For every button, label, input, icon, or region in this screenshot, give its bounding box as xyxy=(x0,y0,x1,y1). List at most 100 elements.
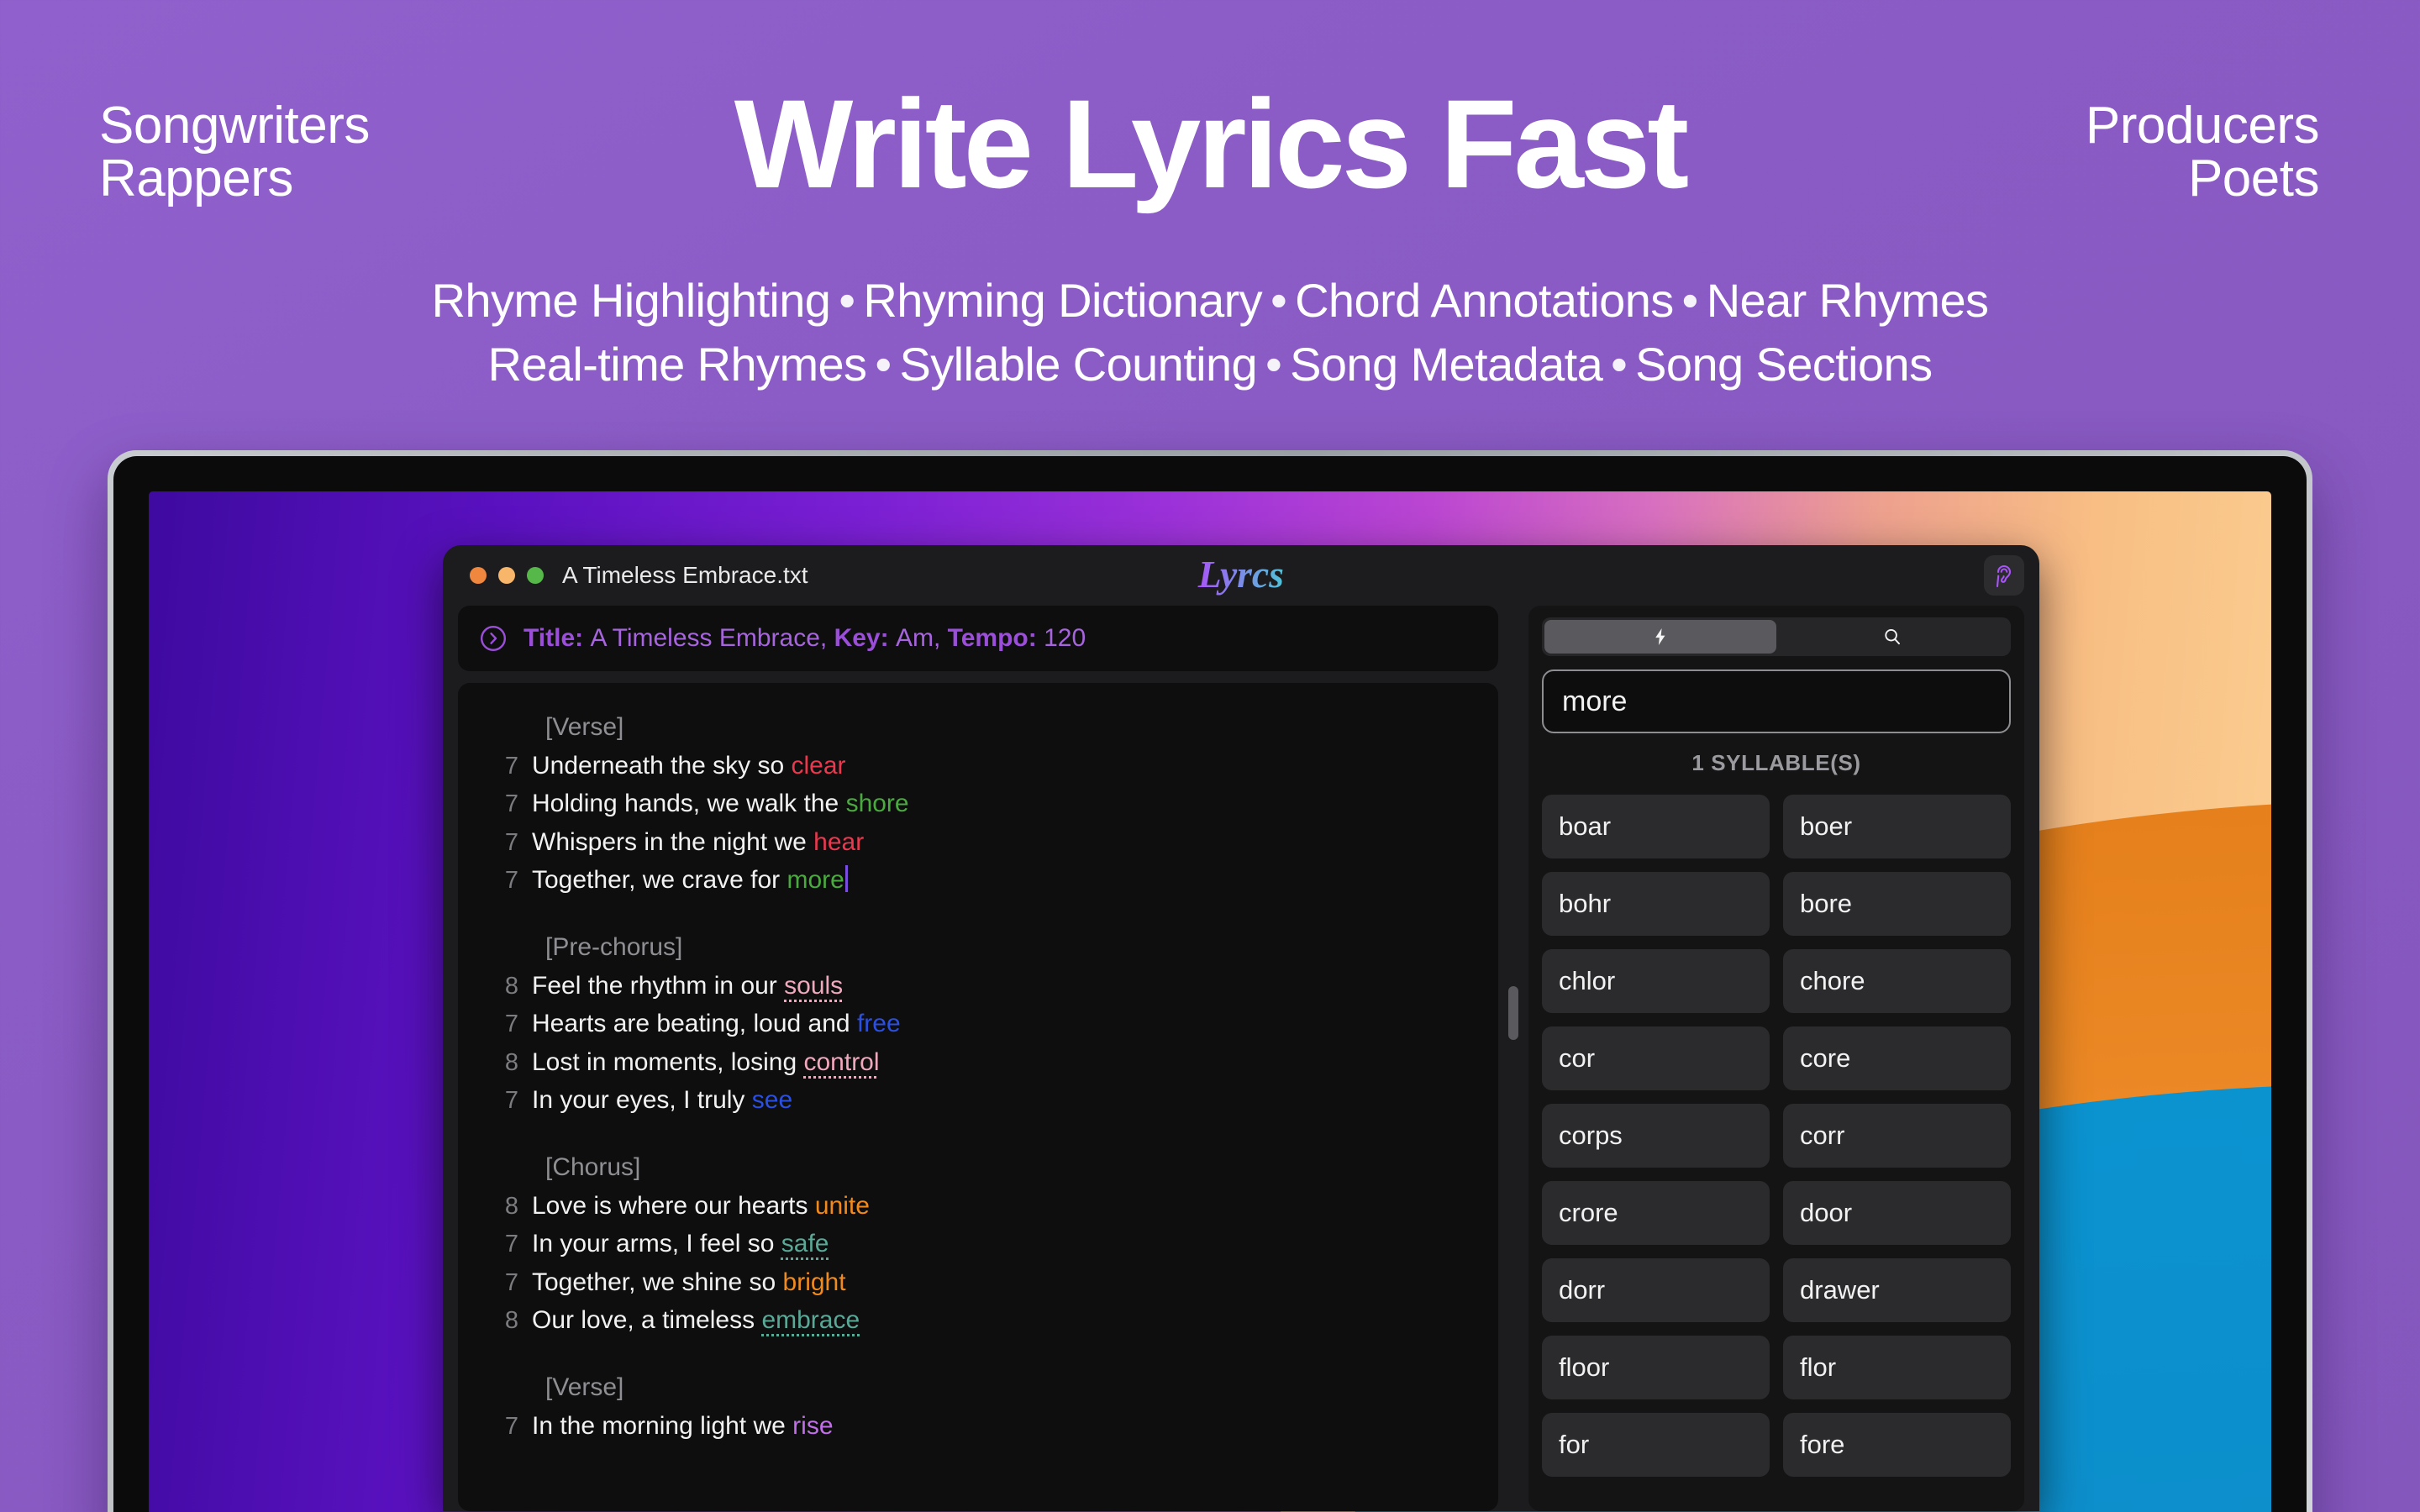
rhyme-word-chip[interactable]: bohr xyxy=(1542,872,1770,936)
rhyme-word: control xyxy=(803,1047,880,1076)
feature-item: Song Metadata xyxy=(1290,338,1603,391)
rhyme-word-chip[interactable]: bore xyxy=(1783,872,2011,936)
ear-icon-button[interactable] xyxy=(1984,555,2024,596)
feature-item: Rhyme Highlighting xyxy=(431,274,831,327)
syllable-group-heading: 1 SYLLABLE(S) xyxy=(1691,750,1861,775)
lyric-line[interactable]: 8 Our love, a timeless embrace xyxy=(458,1301,1498,1340)
minimize-button[interactable] xyxy=(498,567,515,584)
lyric-line[interactable]: 7 Hearts are beating, loud and free xyxy=(458,1005,1498,1043)
title-value: A Timeless Embrace, xyxy=(590,624,828,652)
lyric-line[interactable]: 8 Feel the rhythm in our souls xyxy=(458,967,1498,1005)
rhyme-word-chip[interactable]: floor xyxy=(1542,1336,1770,1399)
window-title: A Timeless Embrace.txt xyxy=(562,562,808,588)
rhyme-word: free xyxy=(856,1010,901,1038)
lyric-text: Holding hands, we walk the shore xyxy=(532,790,909,818)
rhyme-word-chip[interactable]: boer xyxy=(1783,795,2011,858)
tempo-label: Tempo: xyxy=(947,624,1037,652)
rhyme-query-input[interactable]: more xyxy=(1542,669,2011,733)
rhyme-word-chip[interactable]: drawer xyxy=(1783,1258,2011,1322)
syllable-count: 7 xyxy=(504,752,518,780)
rhyme-word: hear xyxy=(813,827,865,856)
rhyme-word-chip[interactable]: flor xyxy=(1783,1336,2011,1399)
rhyme-word-grid: boar boer bohr bore chlor chore cor core corps co… xyxy=(1542,795,2011,1477)
lyric-text: Our love, a timeless embrace xyxy=(532,1306,860,1335)
syllable-count: 7 xyxy=(504,1412,518,1440)
lyric-text: Love is where our hearts unite xyxy=(532,1191,870,1220)
lyric-line[interactable]: 8 Lost in moments, losing control xyxy=(458,1043,1498,1082)
laptop-mockup: A Timeless Embrace.txt Lyrcs Title: A Ti… xyxy=(108,450,2312,1512)
lyric-line[interactable]: 7 In your arms, I feel so safe xyxy=(458,1225,1498,1263)
bullet-separator-icon: • xyxy=(1265,338,1282,391)
lyric-line[interactable]: 7 In your eyes, I truly see xyxy=(458,1081,1498,1120)
lyric-line[interactable]: 7 Together, we shine so bright xyxy=(458,1263,1498,1302)
rhyme-word-chip[interactable]: door xyxy=(1783,1181,2011,1245)
traffic-light-buttons[interactable] xyxy=(470,567,544,584)
rhyme-word-chip[interactable]: chore xyxy=(1783,949,2011,1013)
rhyme-word: souls xyxy=(784,971,844,1000)
lyric-line[interactable]: 7 Together, we crave for more xyxy=(458,861,1498,900)
song-section-header: [Verse] xyxy=(545,1373,624,1401)
syllable-count: 7 xyxy=(504,1268,518,1296)
lyric-text: In the morning light we rise xyxy=(532,1411,834,1440)
syllable-count: 7 xyxy=(504,1087,518,1115)
svg-text:Lyrcs: Lyrcs xyxy=(1197,553,1284,596)
lyric-text: In your eyes, I truly see xyxy=(532,1086,793,1115)
rhyme-mode-segmented-control[interactable] xyxy=(1542,617,2011,656)
rhyme-word: clear xyxy=(791,751,846,780)
lyrics-editor[interactable]: [Verse] 7 Underneath the sky so clear 7 Hold… xyxy=(458,683,1498,1511)
lyric-line[interactable]: 7 In the morning light we rise xyxy=(458,1407,1498,1446)
syllable-count: 7 xyxy=(504,828,518,856)
tab-instant-rhymes[interactable] xyxy=(1544,620,1776,654)
rhyme-word-chip[interactable]: core xyxy=(1783,1026,2011,1090)
lyric-text: In your arms, I feel so safe xyxy=(532,1230,829,1258)
feature-item: Rhyming Dictionary xyxy=(863,274,1263,327)
rhyme-panel: more 1 SYLLABLE(S) boar boer bohr bore chlor… xyxy=(1528,606,2024,1511)
rhyme-word-chip[interactable]: for xyxy=(1542,1413,1770,1477)
syllable-count: 8 xyxy=(504,1048,518,1076)
song-section-header: [Verse] xyxy=(545,713,624,741)
feature-item: Chord Annotations xyxy=(1295,274,1674,327)
rhyme-word: shore xyxy=(845,790,909,818)
zoom-button[interactable] xyxy=(527,567,544,584)
lyrics-lines: [Verse] 7 Underneath the sky so clear 7 Hold… xyxy=(458,708,1498,1445)
scrollbar-thumb[interactable] xyxy=(1508,985,1518,1040)
tempo-value: 120 xyxy=(1044,624,1086,652)
rhyme-word: more xyxy=(786,866,844,895)
rhyme-word-chip[interactable]: dorr xyxy=(1542,1258,1770,1322)
bullet-separator-icon: • xyxy=(1270,274,1287,327)
headline: Write Lyrics Fast xyxy=(734,73,1689,214)
lyric-line[interactable]: 7 Underneath the sky so clear xyxy=(458,747,1498,785)
title-label: Title: xyxy=(523,624,584,652)
lyric-text: Together, we shine so bright xyxy=(532,1268,846,1296)
window-titlebar: A Timeless Embrace.txt Lyrcs xyxy=(443,545,2039,606)
lyric-line[interactable]: 7 Whispers in the night we hear xyxy=(458,823,1498,862)
lyrcs-app-window: A Timeless Embrace.txt Lyrcs Title: A Ti… xyxy=(443,545,2039,1511)
rhyme-word-chip[interactable]: fore xyxy=(1783,1413,2011,1477)
syllable-count: 8 xyxy=(504,972,518,1000)
hero-banner: Songwriters Rappers Producers Poets Writ… xyxy=(0,0,2420,437)
feature-item: Near Rhymes xyxy=(1706,274,1989,327)
lyric-text: Hearts are beating, loud and free xyxy=(532,1010,901,1038)
rhyme-word-chip[interactable]: corps xyxy=(1542,1104,1770,1168)
lyric-line[interactable]: 7 Holding hands, we walk the shore xyxy=(458,785,1498,823)
lyric-text: Together, we crave for more xyxy=(532,861,848,900)
bullet-separator-icon: • xyxy=(1611,338,1628,391)
rhyme-word-chip[interactable]: corr xyxy=(1783,1104,2011,1168)
lyric-text: Lost in moments, losing control xyxy=(532,1047,880,1076)
chevron-right-circle-icon[interactable] xyxy=(478,623,508,654)
bullet-separator-icon: • xyxy=(875,338,892,391)
tab-search-rhymes[interactable] xyxy=(1776,620,2008,654)
feature-list-row: Real-time Rhymes • Syllable Counting • Song … xyxy=(0,333,2420,396)
rhyme-word-chip[interactable]: chlor xyxy=(1542,949,1770,1013)
song-metadata-bar[interactable]: Title: A Timeless Embrace, Key: Am, Temp… xyxy=(458,606,1498,671)
lyric-line[interactable]: 8 Love is where our hearts unite xyxy=(458,1187,1498,1226)
lyric-text: Feel the rhythm in our souls xyxy=(532,971,844,1000)
rhyme-word-chip[interactable]: crore xyxy=(1542,1181,1770,1245)
close-button[interactable] xyxy=(470,567,487,584)
rhyme-word-chip[interactable]: cor xyxy=(1542,1026,1770,1090)
rhyme-word: bright xyxy=(782,1268,846,1296)
editor-scrollbar[interactable] xyxy=(1502,606,1525,1511)
rhyme-word-chip[interactable]: boar xyxy=(1542,795,1770,858)
rhyme-word: embrace xyxy=(761,1306,860,1335)
